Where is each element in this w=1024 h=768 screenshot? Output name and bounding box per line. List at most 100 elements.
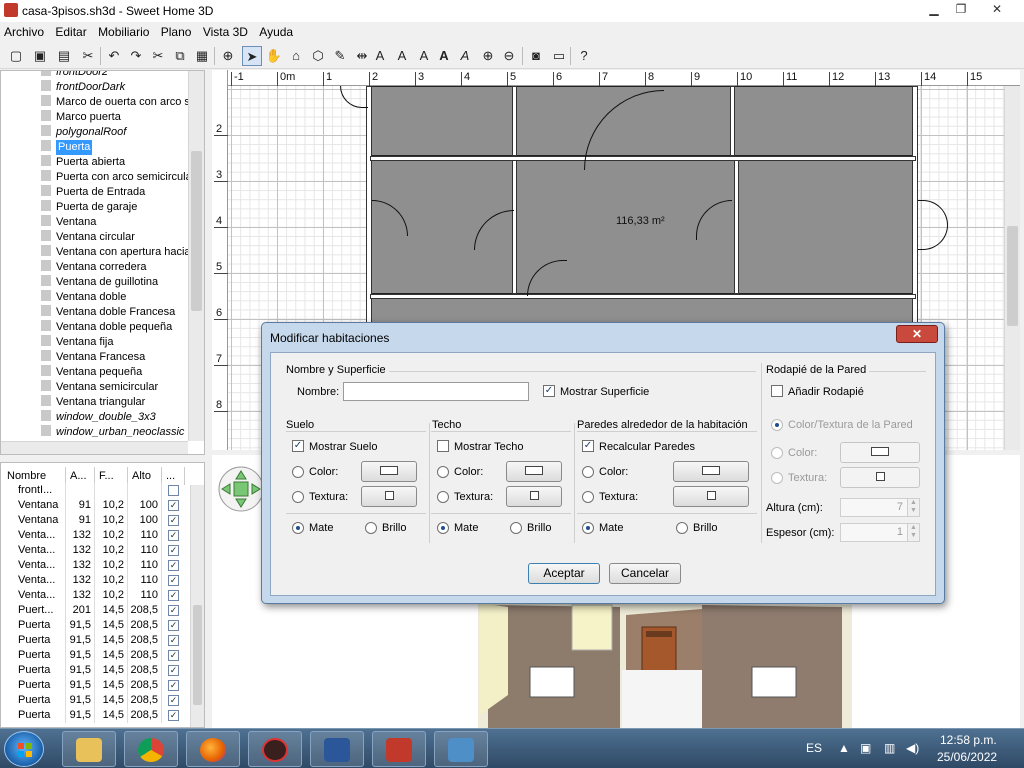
ceiling-color-radio[interactable] bbox=[437, 466, 449, 478]
baseboard-texture-radio[interactable] bbox=[771, 472, 783, 484]
plan-vertical-scrollbar[interactable] bbox=[1004, 86, 1020, 450]
power-icon[interactable]: ▥ bbox=[884, 741, 895, 755]
3d-navigation-arrows[interactable] bbox=[216, 463, 266, 515]
cancel-button[interactable]: Cancelar bbox=[609, 563, 681, 584]
wall-lower-horizontal[interactable] bbox=[370, 294, 916, 299]
ceiling-texture-button[interactable] bbox=[506, 486, 562, 507]
catalog-item[interactable]: Puerta de garaje bbox=[41, 200, 191, 215]
start-button[interactable] bbox=[4, 731, 44, 767]
word-taskbar-button[interactable] bbox=[310, 731, 364, 767]
walls-matte-radio[interactable] bbox=[582, 522, 594, 534]
walls-gloss-radio[interactable] bbox=[676, 522, 688, 534]
baseboard-thickness-input[interactable]: 1 bbox=[840, 523, 908, 542]
catalog-item[interactable]: window_urban_neoclassic bbox=[41, 425, 191, 440]
catalog-item[interactable]: Puerta bbox=[41, 140, 191, 155]
room-top-left[interactable] bbox=[370, 86, 516, 156]
table-row[interactable]: Puerta 91,5 14,5 208,5 ✓ bbox=[4, 678, 190, 693]
copy-icon[interactable]: ⧉ bbox=[170, 46, 190, 66]
open-icon[interactable]: ▣ bbox=[30, 46, 50, 66]
firefox-taskbar-button[interactable] bbox=[186, 731, 240, 767]
floor-color-radio[interactable] bbox=[292, 466, 304, 478]
help-icon[interactable]: ? bbox=[574, 46, 594, 66]
room-right[interactable] bbox=[736, 160, 914, 294]
furniture-vertical-scrollbar[interactable] bbox=[190, 485, 204, 727]
visible-checkbox[interactable]: ✓ bbox=[168, 680, 179, 691]
catalog-item[interactable]: Ventana pequeña bbox=[41, 365, 191, 380]
photo-viewer-taskbar-button[interactable] bbox=[434, 731, 488, 767]
table-row[interactable]: Puerta 91,5 14,5 208,5 ✓ bbox=[4, 633, 190, 648]
visible-checkbox[interactable]: ✓ bbox=[168, 545, 179, 556]
ceiling-color-button[interactable] bbox=[506, 461, 562, 482]
sweet-home-3d-taskbar-button[interactable] bbox=[372, 731, 426, 767]
baseboard-thickness-spinner[interactable]: ▲ ▼ bbox=[907, 523, 920, 542]
paste-icon[interactable]: ▦ bbox=[192, 46, 212, 66]
wall-v2[interactable] bbox=[730, 86, 735, 156]
baseboard-color-radio[interactable] bbox=[771, 447, 783, 459]
catalog-item[interactable]: Ventana Francesa bbox=[41, 350, 191, 365]
table-row[interactable]: Puerta 91,5 14,5 208,5 ✓ bbox=[4, 693, 190, 708]
catalog-item[interactable]: Ventana corredera bbox=[41, 260, 191, 275]
text-style-icon[interactable]: A bbox=[392, 46, 412, 66]
wall-v1[interactable] bbox=[512, 86, 517, 156]
select-mode-icon[interactable]: ➤ bbox=[242, 46, 262, 66]
zoom-in-icon[interactable]: ⊕ bbox=[478, 46, 498, 66]
visible-checkbox[interactable]: ✓ bbox=[168, 695, 179, 706]
minimize-button[interactable]: ▁ bbox=[919, 0, 949, 18]
recalculate-walls-checkbox[interactable]: ✓ bbox=[582, 440, 594, 452]
menu-vista3d[interactable]: Vista 3D bbox=[199, 22, 252, 39]
visible-checkbox[interactable]: ✓ bbox=[168, 605, 179, 616]
catalog-item[interactable]: Puerta abierta bbox=[41, 155, 191, 170]
name-input[interactable] bbox=[343, 382, 529, 401]
table-row[interactable]: Puert... 201 14,5 208,5 ✓ bbox=[4, 603, 190, 618]
file-explorer-taskbar-button[interactable] bbox=[62, 731, 116, 767]
catalog-horizontal-scrollbar[interactable] bbox=[1, 441, 188, 454]
new-home-icon[interactable]: ▢ bbox=[6, 46, 26, 66]
show-area-checkbox[interactable]: ✓ bbox=[543, 385, 555, 397]
visible-checkbox[interactable]: ✓ bbox=[168, 620, 179, 631]
walls-texture-radio[interactable] bbox=[582, 491, 594, 503]
floor-matte-radio[interactable] bbox=[292, 522, 304, 534]
floor-texture-radio[interactable] bbox=[292, 491, 304, 503]
menu-plano[interactable]: Plano bbox=[157, 22, 196, 39]
table-row[interactable]: Venta... 132 10,2 110 ✓ bbox=[4, 543, 190, 558]
baseboard-height-input[interactable]: 7 bbox=[840, 498, 908, 517]
baseboard-color-button[interactable] bbox=[840, 442, 920, 463]
table-row[interactable]: Puerta 91,5 14,5 208,5 ✓ bbox=[4, 663, 190, 678]
furniture-table[interactable]: Nombre A... F... Alto ... frontI... Venta… bbox=[0, 462, 205, 728]
table-row[interactable]: Venta... 132 10,2 110 ✓ bbox=[4, 528, 190, 543]
show-ceiling-checkbox[interactable] bbox=[437, 440, 449, 452]
walls-texture-button[interactable] bbox=[673, 486, 749, 507]
floor-color-button[interactable] bbox=[361, 461, 417, 482]
catalog-item[interactable]: Ventana fija bbox=[41, 335, 191, 350]
add-baseboard-checkbox[interactable] bbox=[771, 385, 783, 397]
cut-icon[interactable]: ✂ bbox=[148, 46, 168, 66]
table-row[interactable]: Ventana 91 10,2 100 ✓ bbox=[4, 513, 190, 528]
network-icon[interactable]: ▣ bbox=[860, 741, 871, 755]
bold-text-icon[interactable]: A bbox=[434, 46, 454, 66]
table-row[interactable]: frontI... bbox=[4, 483, 190, 498]
close-window-button[interactable]: ✕ bbox=[982, 0, 1012, 18]
visible-checkbox[interactable]: ✓ bbox=[168, 575, 179, 586]
catalog-item[interactable]: Ventana de guillotina bbox=[41, 275, 191, 290]
visible-checkbox[interactable]: ✓ bbox=[168, 710, 179, 721]
catalog-item[interactable]: Ventana doble pequeña bbox=[41, 320, 191, 335]
create-polylines-icon[interactable]: ✎ bbox=[330, 46, 350, 66]
undo-icon[interactable]: ↶ bbox=[104, 46, 124, 66]
catalog-item[interactable]: window_double_3x3 bbox=[41, 410, 191, 425]
ceiling-matte-radio[interactable] bbox=[437, 522, 449, 534]
restore-button[interactable]: ❐ bbox=[946, 0, 976, 18]
show-hidden-icons-icon[interactable]: ▲ bbox=[838, 741, 850, 755]
visible-checkbox[interactable] bbox=[168, 485, 179, 496]
show-floor-checkbox[interactable]: ✓ bbox=[292, 440, 304, 452]
catalog-item[interactable]: Ventana doble bbox=[41, 290, 191, 305]
visible-checkbox[interactable]: ✓ bbox=[168, 665, 179, 676]
visible-checkbox[interactable]: ✓ bbox=[168, 530, 179, 541]
baseboard-texture-button[interactable] bbox=[840, 467, 920, 488]
menu-mobiliario[interactable]: Mobiliario bbox=[94, 22, 153, 39]
catalog-item[interactable]: Ventana triangular bbox=[41, 395, 191, 410]
walls-color-button[interactable] bbox=[673, 461, 749, 482]
ceiling-gloss-radio[interactable] bbox=[510, 522, 522, 534]
create-video-icon[interactable]: ▭ bbox=[549, 46, 569, 66]
table-row[interactable]: Venta... 132 10,2 110 ✓ bbox=[4, 558, 190, 573]
visible-checkbox[interactable]: ✓ bbox=[168, 635, 179, 646]
